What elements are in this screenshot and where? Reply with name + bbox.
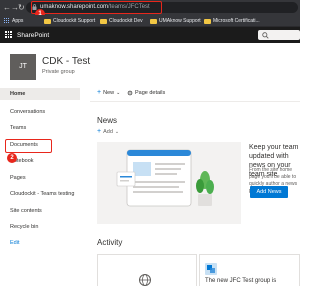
- apps-grid-icon: [4, 18, 10, 24]
- chevron-down-icon: ⌄: [116, 90, 121, 96]
- nav-item-teams[interactable]: Teams: [0, 122, 80, 134]
- bookmark-label: Microsoft Certificati...: [213, 18, 260, 24]
- news-add-label: Add: [103, 129, 113, 135]
- nav-item-cloudockit-teams-testing[interactable]: Cloudockit - Teams testing: [0, 188, 80, 200]
- page-details-button[interactable]: Page details: [127, 90, 165, 96]
- bookmark-cloudockit-support[interactable]: Cloudockit Support: [44, 17, 95, 25]
- command-bar: + New ⌄ Page details: [90, 86, 300, 102]
- plus-icon: +: [97, 128, 102, 135]
- folder-icon: [100, 18, 107, 24]
- bookmark-label: Apps: [12, 18, 24, 24]
- plus-icon: +: [97, 89, 102, 96]
- activity-card[interactable]: [97, 254, 197, 286]
- new-label: New: [103, 90, 115, 96]
- news-illustration-icon: [116, 149, 214, 207]
- globe-icon: [139, 274, 151, 286]
- left-navigation: Home Conversations Teams Documents Noteb…: [0, 88, 88, 286]
- bookmark-umaknow-support[interactable]: UMAknow Support: [150, 17, 201, 25]
- bookmark-label: UMAknow Support: [159, 18, 201, 24]
- bookmark-microsoft-cert[interactable]: Microsoft Certificati...: [204, 17, 260, 25]
- suite-bar: SharePoint: [0, 27, 300, 43]
- app-launcher-icon[interactable]: [5, 31, 13, 39]
- bookmark-label: Cloudockit Support: [53, 18, 96, 24]
- nav-item-site-contents[interactable]: Site contents: [0, 205, 80, 217]
- nav-item-recycle-bin[interactable]: Recycle bin: [0, 221, 80, 233]
- annotation-marker-2: 2: [7, 153, 17, 163]
- bookmark-label: Cloudockit Dev: [109, 18, 143, 24]
- activity-heading: Activity: [97, 238, 123, 247]
- add-news-button[interactable]: Add News: [250, 186, 288, 198]
- group-icon: [205, 263, 217, 275]
- site-title[interactable]: CDK - Test: [42, 56, 90, 67]
- bookmark-cloudockit-dev[interactable]: Cloudockit Dev: [100, 17, 143, 25]
- sharepoint-brand[interactable]: SharePoint: [17, 32, 49, 39]
- gear-icon: [127, 90, 133, 96]
- news-add-button[interactable]: + Add ⌄: [97, 128, 120, 135]
- page-details-label: Page details: [135, 90, 166, 96]
- nav-edit-link[interactable]: Edit: [0, 237, 80, 249]
- folder-icon: [150, 18, 157, 24]
- news-illustration-card: [97, 142, 241, 224]
- site-subtitle: Private group: [42, 69, 75, 75]
- url-highlight-box: [31, 1, 162, 14]
- nav-item-conversations[interactable]: Conversations: [0, 106, 80, 118]
- new-button[interactable]: + New ⌄: [97, 89, 121, 96]
- bookmarks-bar: Apps Cloudockit Support Cloudockit Dev U…: [0, 15, 300, 27]
- folder-icon: [204, 18, 211, 24]
- bookmark-apps[interactable]: Apps: [4, 17, 23, 25]
- nav-item-pages[interactable]: Pages: [0, 172, 80, 184]
- site-logo[interactable]: JT: [10, 54, 36, 80]
- activity-card-text: The new JFC Test group is: [205, 278, 277, 284]
- reload-icon[interactable]: ↻: [18, 3, 25, 12]
- nav-item-home[interactable]: Home: [0, 88, 80, 100]
- back-icon[interactable]: ←: [3, 3, 11, 12]
- search-icon: [262, 31, 269, 39]
- folder-icon: [44, 18, 51, 24]
- news-heading: News: [97, 116, 118, 125]
- documents-highlight-box: [5, 139, 52, 153]
- chevron-down-icon: ⌄: [114, 129, 120, 135]
